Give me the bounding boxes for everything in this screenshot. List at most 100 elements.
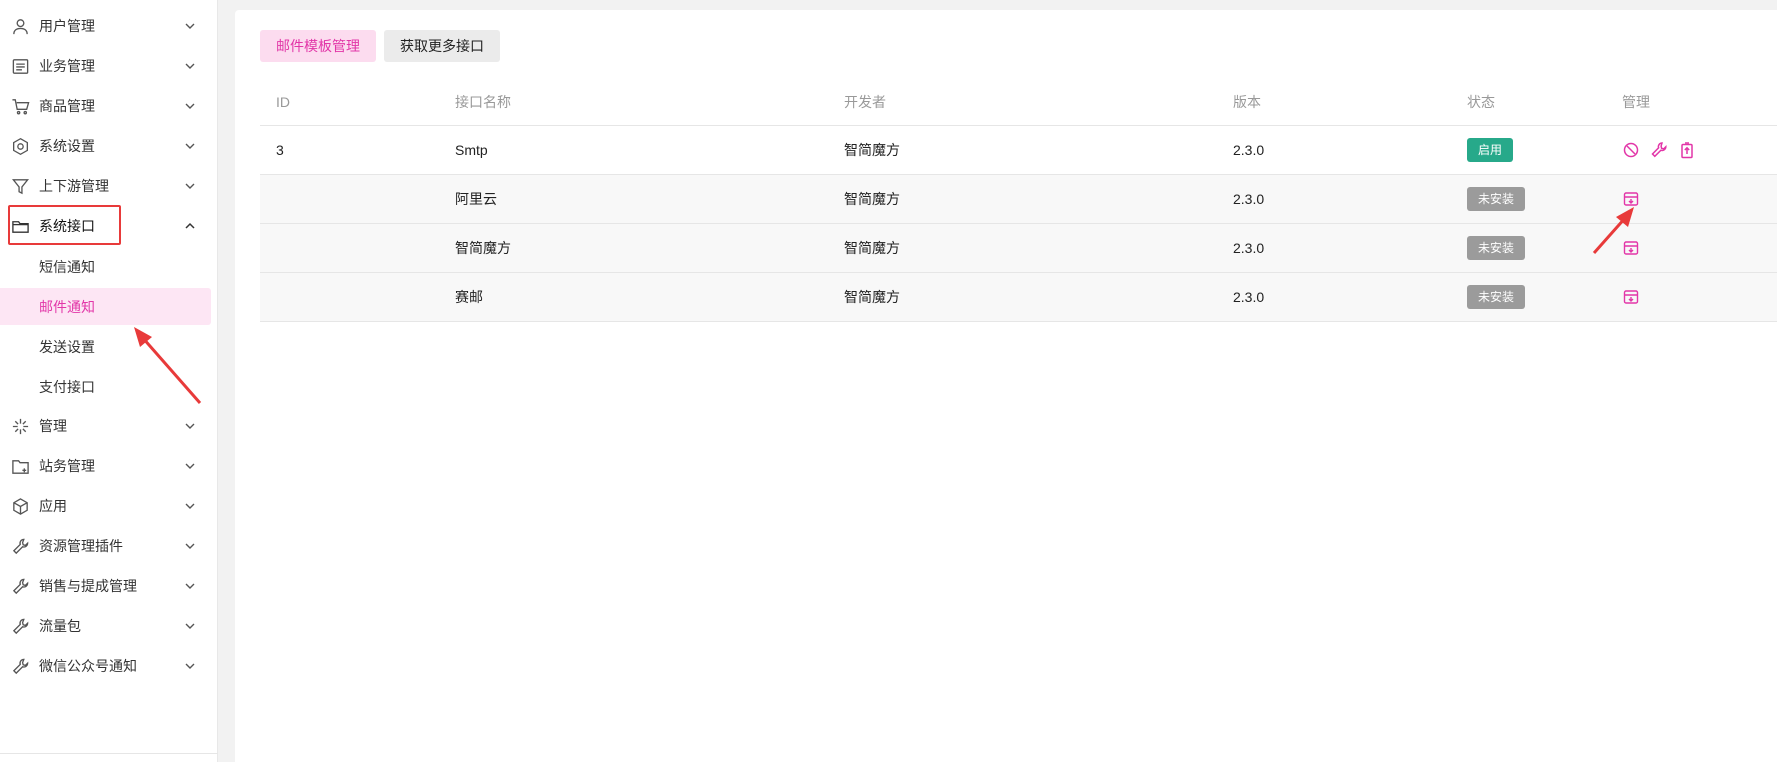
cell-name: 阿里云 [455,174,844,224]
sidebar-item-system-settings[interactable]: 系统设置 [0,126,218,166]
sidebar-item-label: 业务管理 [39,58,95,74]
chevron-up-icon [185,222,195,229]
install-icon[interactable] [1622,239,1640,257]
sidebar-subitem-label: 支付接口 [39,378,95,395]
wrench-config-icon[interactable] [1650,141,1668,159]
chevron-down-icon [185,623,195,629]
cell-developer: 智简魔方 [844,223,1233,273]
column-header-version: 版本 [1233,80,1467,126]
table-row: 阿里云 智简魔方 2.3.0 未安装 [260,174,1777,224]
interfaces-table: ID 接口名称 开发者 版本 状态 管理 3 Smtp 智简魔方 2.3.0 启… [260,80,1777,322]
cube-icon [10,496,30,516]
sidebar-item-users[interactable]: 用户管理 [0,6,218,46]
cell-name: 赛邮 [455,272,844,322]
wrench-icon [10,536,30,556]
cell-id [260,272,455,322]
cell-version: 2.3.0 [1233,223,1467,273]
cell-version: 2.3.0 [1233,272,1467,322]
sidebar-item-label: 上下游管理 [39,178,109,194]
cell-manage [1622,125,1777,175]
chevron-down-icon [185,423,195,429]
main-panel: 邮件模板管理 获取更多接口 ID 接口名称 开发者 版本 状态 管理 3 Smt… [235,10,1777,762]
column-header-manage: 管理 [1622,80,1777,126]
chevron-down-icon [185,583,195,589]
cell-status: 未安装 [1467,174,1622,224]
annotation-highlight-box [8,205,121,245]
sidebar-item-manage[interactable]: 管理 [0,406,218,446]
chevron-down-icon [185,543,195,549]
chevron-down-icon [185,23,195,29]
chevron-down-icon [185,143,195,149]
sidebar-item-site-affairs[interactable]: 站务管理 [0,446,218,486]
wrench-icon [10,656,30,676]
table-header-row: ID 接口名称 开发者 版本 状态 管理 [260,80,1777,126]
sidebar-item-label: 管理 [39,418,67,434]
column-header-status: 状态 [1467,80,1622,126]
sidebar-item-label: 用户管理 [39,18,95,34]
cell-version: 2.3.0 [1233,125,1467,175]
email-template-button[interactable]: 邮件模板管理 [260,30,376,62]
cell-developer: 智简魔方 [844,174,1233,224]
folder-add-icon [10,456,30,476]
chevron-down-icon [185,103,195,109]
cell-version: 2.3.0 [1233,174,1467,224]
chevron-down-icon [185,183,195,189]
sidebar-subitem-label: 邮件通知 [39,298,95,315]
cart-icon [10,96,30,116]
disable-icon[interactable] [1622,141,1640,159]
sidebar-item-label: 站务管理 [39,458,95,474]
sidebar: 用户管理 业务管理 商品管理 系统设置 上下游管理 系统接口 短信通知 邮件通知… [0,0,218,762]
install-icon[interactable] [1622,190,1640,208]
get-more-interfaces-button[interactable]: 获取更多接口 [384,30,500,62]
sidebar-item-business[interactable]: 业务管理 [0,46,218,86]
cell-developer: 智简魔方 [844,272,1233,322]
sidebar-subitem-payment[interactable]: 支付接口 [0,368,211,405]
cell-status: 未安装 [1467,223,1622,273]
cell-manage [1622,223,1777,273]
column-header-id: ID [260,80,455,126]
wrench-icon [10,576,30,596]
user-icon [10,16,30,36]
sidebar-subitem-label: 发送设置 [39,338,95,355]
table-row: 智简魔方 智简魔方 2.3.0 未安装 [260,223,1777,273]
sidebar-item-resource-plugins[interactable]: 资源管理插件 [0,526,218,566]
sidebar-item-label: 资源管理插件 [39,538,123,554]
cell-developer: 智简魔方 [844,125,1233,175]
sidebar-item-label: 商品管理 [39,98,95,114]
status-badge: 未安装 [1467,284,1526,309]
sidebar-item-apps[interactable]: 应用 [0,486,218,526]
cell-id [260,174,455,224]
chevron-down-icon [185,63,195,69]
sidebar-item-label: 流量包 [39,618,81,634]
sidebar-item-label: 应用 [39,498,67,514]
cell-id: 3 [260,125,455,175]
sidebar-item-label: 销售与提成管理 [39,578,137,594]
sidebar-subitem-label: 短信通知 [39,258,95,275]
table-row: 赛邮 智简魔方 2.3.0 未安装 [260,272,1777,322]
cell-id [260,223,455,273]
funnel-icon [10,176,30,196]
sidebar-item-traffic-pack[interactable]: 流量包 [0,606,218,646]
column-header-developer: 开发者 [844,80,1233,126]
install-icon[interactable] [1622,288,1640,306]
sparkle-icon [10,416,30,436]
column-header-name: 接口名称 [455,80,844,126]
sidebar-item-label: 微信公众号通知 [39,658,137,674]
sidebar-item-label: 系统设置 [39,138,95,154]
sidebar-item-products[interactable]: 商品管理 [0,86,218,126]
hexagon-settings-icon [10,136,30,156]
sidebar-divider [0,753,218,754]
status-badge: 未安装 [1467,235,1526,260]
sidebar-subitem-sms[interactable]: 短信通知 [0,248,211,285]
chevron-down-icon [185,503,195,509]
sidebar-subitem-email[interactable]: 邮件通知 [0,288,211,325]
chevron-down-icon [185,663,195,669]
status-badge: 启用 [1467,137,1514,162]
chevron-down-icon [185,463,195,469]
sidebar-item-sales-commission[interactable]: 销售与提成管理 [0,566,218,606]
uninstall-icon[interactable] [1678,141,1696,159]
sidebar-subitem-send-settings[interactable]: 发送设置 [0,328,211,365]
table-row: 3 Smtp 智简魔方 2.3.0 启用 [260,125,1777,175]
sidebar-item-wechat-notify[interactable]: 微信公众号通知 [0,646,218,686]
sidebar-item-upstream-downstream[interactable]: 上下游管理 [0,166,218,206]
